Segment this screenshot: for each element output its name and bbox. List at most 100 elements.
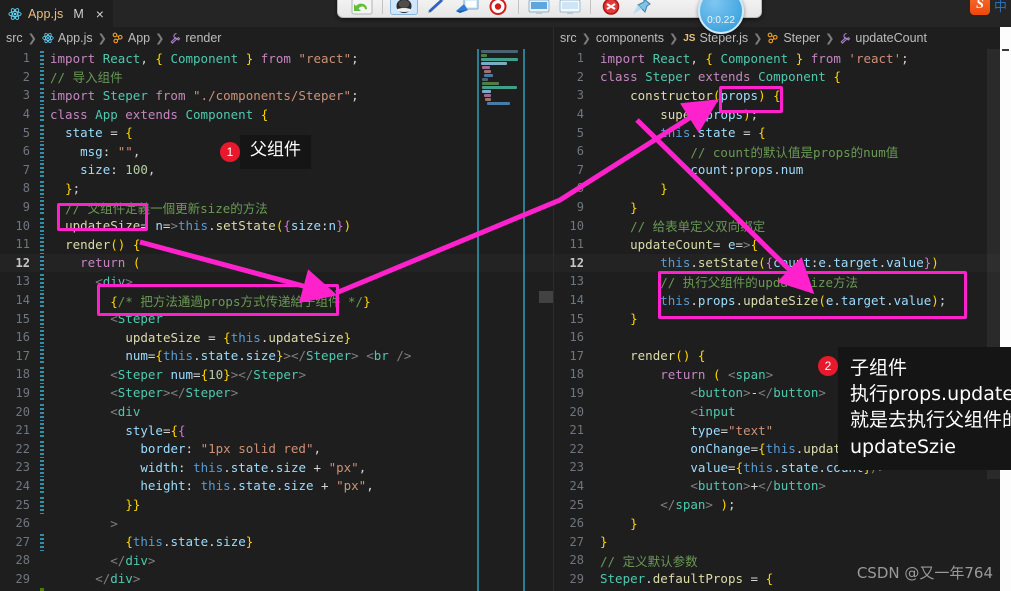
code-line[interactable]: 3 constructor(props) {	[554, 86, 1011, 105]
line-number: 5	[22, 125, 30, 140]
code-line[interactable]: 26 }	[554, 514, 1011, 533]
breadcrumb-item-app[interactable]: App	[112, 31, 150, 45]
line-number: 24	[15, 478, 30, 493]
code-line[interactable]: 6 // count的默认值是props的num值	[554, 142, 1011, 161]
minimap-left[interactable]	[477, 49, 535, 591]
code-line[interactable]: 8 }	[554, 179, 1011, 198]
code-area-right[interactable]: 1 import React, { Component } from 'react…	[554, 49, 1011, 591]
code-line[interactable]: 8 };	[0, 179, 553, 198]
code-line[interactable]: 21 style={{	[0, 420, 553, 440]
breadcrumb-item-src[interactable]: src	[6, 31, 23, 45]
code-line[interactable]: 27 {this.state.size}	[0, 532, 553, 552]
line-number: 28	[15, 553, 30, 568]
code-text: count:props.num	[690, 162, 804, 178]
screen-capture-icon[interactable]	[454, 0, 480, 15]
code-line[interactable]: 24 <button>+</button>	[554, 477, 1011, 496]
code-text: num={this.state.size}></Steper> <br />	[125, 348, 412, 364]
line-number: 14	[569, 293, 584, 308]
breadcrumb-left[interactable]: src ❯ App.js ❯ App ❯ render	[0, 27, 553, 49]
line-number: 27	[569, 534, 584, 549]
code-line[interactable]: 11 updateCount= e=>{	[554, 235, 1011, 254]
breadcrumb-label: Steper	[783, 31, 821, 45]
ime-mode-label[interactable]: 中	[994, 0, 1007, 15]
code-line[interactable]: 2 class Steper extends Component {	[554, 68, 1011, 87]
vertical-scrollbar-left[interactable]	[539, 49, 553, 591]
code-line[interactable]: 5 this.state = {	[554, 123, 1011, 142]
code-line[interactable]: 13 // 执行父组件的updateSize方法	[554, 272, 1011, 291]
monitor-alt-icon[interactable]	[557, 0, 583, 15]
breadcrumb-item-updatecount[interactable]: updateCount	[839, 31, 927, 45]
code-line[interactable]: 25 }}	[0, 495, 553, 514]
code-line[interactable]: 24 height: this.state.size + "px",	[0, 476, 553, 496]
line-number: 25	[15, 497, 30, 512]
code-line[interactable]: 2 // 导入组件	[0, 67, 553, 87]
pencil-icon[interactable]	[423, 0, 449, 15]
breadcrumb-item-steper[interactable]: Steper	[767, 31, 820, 45]
monitor-icon[interactable]	[526, 0, 552, 15]
minimap-line	[482, 78, 489, 81]
code-text: return ( <span>	[660, 366, 774, 382]
code-line[interactable]: 22 border: "1px solid red",	[0, 439, 553, 459]
code-line[interactable]: 19 <Steper></Steper>	[0, 383, 553, 403]
breadcrumb-item-src[interactable]: src	[560, 31, 577, 45]
minimap-line	[482, 66, 491, 69]
breadcrumb-right[interactable]: src ❯ components ❯ JS Steper.js ❯ Steper ❯ update…	[554, 27, 1011, 49]
breadcrumb-item-components[interactable]: components	[596, 31, 664, 45]
line-number: 4	[576, 107, 584, 122]
minimap-line	[483, 94, 491, 97]
code-line[interactable]: 18 <Steper num={10}></Steper>	[0, 365, 553, 384]
code-line[interactable]: 4 class App extends Component {	[0, 104, 553, 124]
code-text: state = {	[65, 125, 133, 141]
code-text: <Steper	[110, 311, 163, 327]
code-line[interactable]: 17 num={this.state.size}></Steper> <br /…	[0, 346, 553, 366]
code-line[interactable]: 10 updateSize= n=>this.setState({size:n}…	[0, 216, 553, 235]
code-line[interactable]: 11 render() {	[0, 234, 553, 254]
stop-record-icon[interactable]	[598, 0, 624, 15]
code-line[interactable]: 12 this.setState({count:e.target.value})	[554, 253, 1011, 273]
annotation-2: 2 子组件 执行props.update 就是去执行父组件的 updateSzi…	[818, 347, 1011, 470]
code-line[interactable]: 12 return (	[0, 253, 553, 273]
code-line[interactable]: 20 <div	[0, 402, 553, 421]
code-line[interactable]: 9 // 父组件定義一個更新size的方法	[0, 197, 553, 217]
camera-lens-icon[interactable]	[390, 0, 418, 15]
record-target-icon[interactable]	[485, 0, 511, 15]
code-line[interactable]: 15 <Steper	[0, 309, 553, 328]
code-line[interactable]: 27}	[554, 532, 1011, 551]
code-text: updateSize = {this.updateSize}	[125, 329, 352, 345]
code-line[interactable]: 29 </div>	[0, 570, 553, 589]
code-line[interactable]: 10 // 给表单定义双向绑定	[554, 216, 1011, 235]
code-line[interactable]: 16 updateSize = {this.updateSize}	[0, 327, 553, 347]
breadcrumb-item-render[interactable]: render	[169, 31, 221, 45]
ime-indicator[interactable]: S 中	[969, 0, 1007, 17]
breadcrumb-item-app-js[interactable]: App.js	[42, 31, 93, 45]
code-line[interactable]: 4 super(props);	[554, 105, 1011, 124]
code-line[interactable]: 16	[554, 328, 1011, 347]
code-line[interactable]: 1 import React, { Component } from 'react…	[554, 49, 1011, 68]
scrollbar-thumb[interactable]	[539, 291, 553, 303]
undo-icon[interactable]	[349, 0, 375, 15]
code-text: type="text"	[690, 422, 774, 438]
code-line[interactable]: 23 width: this.state.size + "px",	[0, 458, 553, 477]
annotation-text: 父组件	[240, 135, 311, 169]
breadcrumb-label: components	[595, 31, 664, 45]
code-line[interactable]: 3 import Steper from "./components/Steper…	[0, 86, 553, 105]
code-line[interactable]: 15 }	[554, 309, 1011, 328]
code-text: <input	[690, 404, 736, 420]
code-line[interactable]: 7 count:props.num	[554, 161, 1011, 180]
code-line[interactable]: 28 </div>	[0, 551, 553, 570]
toolbar-group-monitors	[521, 0, 588, 15]
vertical-scrollbar-right[interactable]	[987, 49, 1001, 591]
code-line[interactable]: 14 this.props.updateSize(e.target.value)…	[554, 291, 1011, 310]
code-line[interactable]: 26 >	[0, 514, 553, 533]
code-text: {/* 把方法通過props方式传递給子组件 */}	[110, 293, 371, 309]
tab-app-js[interactable]: App.js M ×	[0, 0, 113, 27]
pin-icon[interactable]	[629, 0, 655, 15]
code-line[interactable]: 25 </span> );	[554, 495, 1011, 514]
close-icon[interactable]: ×	[96, 7, 104, 21]
code-line[interactable]: 13 <div>	[0, 272, 553, 291]
code-line[interactable]: 14 {/* 把方法通過props方式传递給子组件 */}	[0, 290, 553, 310]
code-text: }	[660, 180, 668, 196]
code-area-left[interactable]: 1 import React, { Component } from "react…	[0, 49, 553, 591]
code-line[interactable]: 9 }	[554, 198, 1011, 217]
code-line[interactable]: 1 import React, { Component } from "react…	[0, 49, 553, 68]
